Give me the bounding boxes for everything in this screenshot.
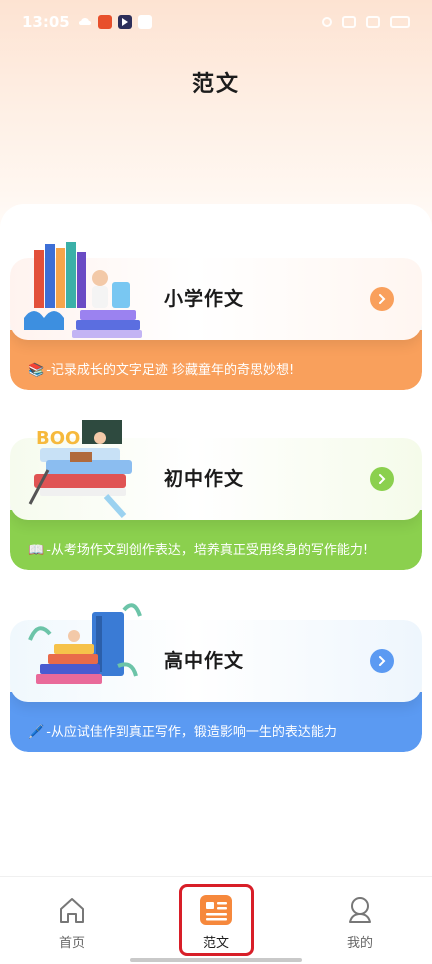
- app-icon: [137, 15, 152, 29]
- card-primary-desc: -记录成长的文字足迹 珍藏童年的奇思妙想!: [46, 363, 295, 378]
- card-primary-arrow-icon[interactable]: [370, 287, 394, 311]
- nav-item-profile[interactable]: 我的: [315, 893, 405, 964]
- status-time: 13:05: [22, 13, 70, 31]
- card-primary-title: 小学作文: [164, 288, 245, 310]
- app-notify-icon: [97, 15, 112, 29]
- battery-icon: [390, 16, 410, 28]
- nav-label-home: 首页: [58, 936, 85, 951]
- card-junior-arrow-icon[interactable]: [370, 467, 394, 491]
- play-icon: [117, 15, 132, 29]
- status-system-icons: [322, 16, 410, 28]
- page-title: 范文: [191, 72, 240, 97]
- nav-label-profile: 我的: [346, 936, 373, 951]
- status-bar: 13:05: [0, 0, 432, 44]
- senior-illustration: [28, 603, 142, 684]
- cloud-icon: [78, 15, 92, 29]
- books-icon: 📚: [28, 363, 45, 378]
- nav-item-home[interactable]: 首页: [27, 893, 117, 964]
- card-junior-desc: -从考场作文到创作表达，培养真正受用终身的写作能力!: [46, 543, 369, 558]
- home-indicator: [130, 958, 302, 962]
- alarm-icon: [322, 17, 332, 27]
- primary-illustration: [24, 242, 142, 338]
- wifi-icon: [366, 16, 380, 28]
- card-senior-desc: -从应试佳作到真正写作，锻造影响一生的表达能力: [46, 725, 337, 740]
- book-icon: 📖: [28, 543, 45, 558]
- signal-icon: [342, 16, 356, 28]
- profile-icon: [343, 893, 377, 927]
- home-icon: [55, 893, 89, 927]
- card-senior-title: 高中作文: [164, 650, 245, 672]
- card-senior-arrow-icon[interactable]: [370, 649, 394, 673]
- junior-illustration: BOOK: [28, 420, 132, 518]
- selection-highlight: [179, 884, 254, 956]
- card-junior-title: 初中作文: [164, 468, 245, 490]
- pen-icon: 🖊️: [28, 725, 45, 740]
- status-notification-icons: [78, 15, 152, 29]
